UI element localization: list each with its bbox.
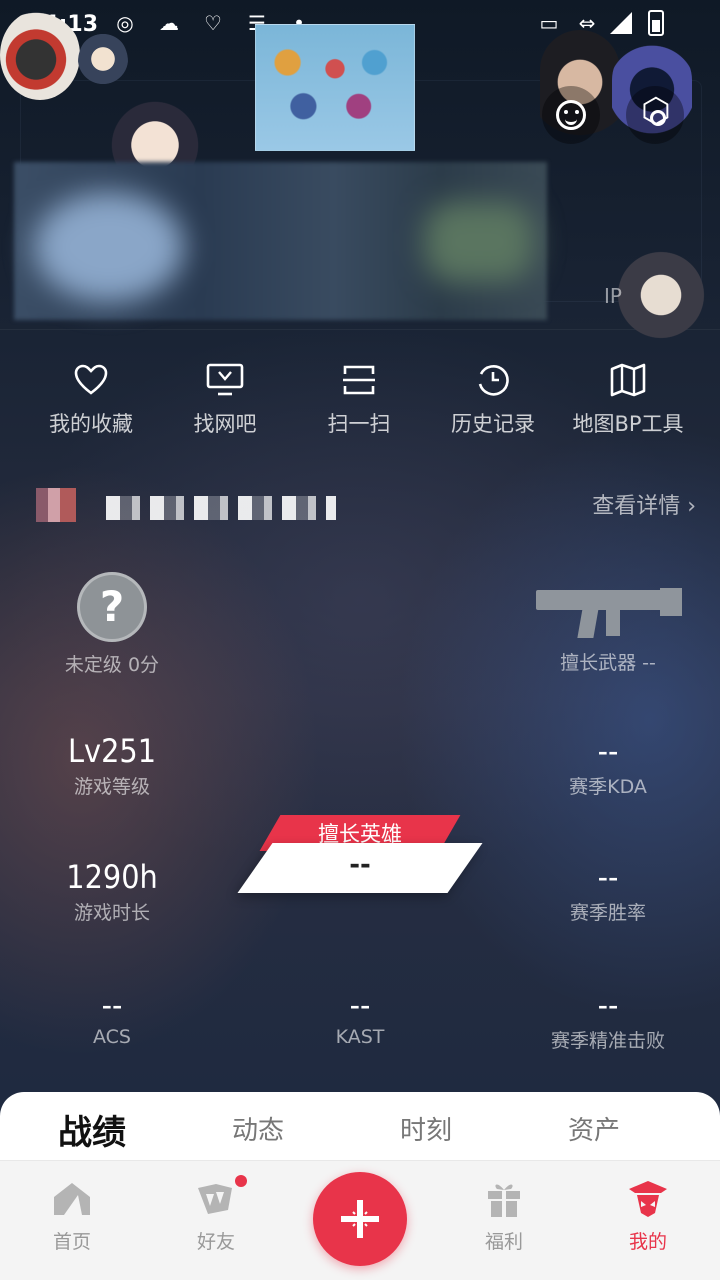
- home-icon: [27, 1179, 117, 1219]
- rank-label: 未定级 0分: [64, 654, 160, 676]
- cloud-icon: ☁: [159, 11, 179, 35]
- tab-moments[interactable]: 时刻: [400, 1110, 452, 1147]
- level-stat: Lv251 游戏等级: [42, 732, 182, 799]
- favorites-label: 我的收藏: [49, 412, 133, 436]
- avatar[interactable]: [36, 488, 76, 522]
- map-bp-tool-action[interactable]: 地图BP工具: [558, 360, 698, 438]
- sticker-agent-small: [78, 32, 128, 92]
- kda-label: 赛季KDA: [569, 776, 647, 798]
- winrate-label: 赛季胜率: [569, 902, 646, 924]
- headshot-stat: -- 赛季精准击败: [528, 986, 688, 1053]
- level-label: 游戏等级: [73, 776, 150, 798]
- profile-tabs: 战绩 动态 时刻 资产: [0, 1092, 720, 1162]
- acs-stat: -- ACS: [42, 986, 182, 1048]
- nav-home-label: 首页: [52, 1231, 91, 1253]
- playtime-label: 游戏时长: [73, 902, 150, 924]
- username-pixelated: [106, 496, 336, 520]
- nav-welfare[interactable]: 福利: [459, 1179, 549, 1254]
- find-netcafe-action[interactable]: 找网吧: [155, 360, 295, 438]
- favorites-action[interactable]: 我的收藏: [21, 360, 161, 438]
- gift-icon: [459, 1179, 549, 1219]
- headshot-label: 赛季精准击败: [550, 1030, 665, 1052]
- profile-agent-icon: [603, 1179, 693, 1219]
- cast-icon: ▭: [539, 11, 559, 35]
- tab-feed[interactable]: 动态: [232, 1110, 284, 1147]
- smg-weapon-icon: [530, 580, 686, 640]
- kda-stat: -- 赛季KDA: [538, 732, 678, 799]
- nav-profile[interactable]: 我的: [603, 1179, 693, 1254]
- nav-friends[interactable]: 好友: [171, 1175, 261, 1254]
- battery-icon: [648, 10, 664, 36]
- nav-friends-label: 好友: [196, 1231, 235, 1253]
- settings-hex-icon: [641, 94, 671, 130]
- sticker-agent-bottom: [606, 250, 716, 340]
- sticker-mascot: [0, 10, 80, 100]
- history-action[interactable]: 历史记录: [423, 360, 563, 438]
- app-notification-icon: ◎: [116, 11, 134, 35]
- best-hero-value: --: [349, 850, 371, 880]
- winrate-stat: -- 赛季胜率: [538, 858, 678, 925]
- level-value: Lv251: [68, 732, 156, 770]
- settings-button[interactable]: [626, 86, 684, 144]
- kast-value: --: [349, 986, 371, 1024]
- scan-action[interactable]: 扫一扫: [289, 360, 429, 438]
- tab-record[interactable]: 战绩: [58, 1105, 126, 1154]
- rank-unknown-icon: ?: [77, 572, 147, 642]
- view-details-link[interactable]: 查看详情 ›: [592, 488, 696, 520]
- quick-actions: 我的收藏 找网吧 扫一扫 历史记录 地图BP工具: [0, 360, 720, 450]
- scan-icon: [289, 360, 429, 400]
- smiley-icon: [556, 100, 586, 130]
- map-bp-tool-label: 地图BP工具: [572, 412, 684, 436]
- tab-assets[interactable]: 资产: [568, 1110, 620, 1147]
- scan-label: 扫一扫: [327, 412, 391, 436]
- create-post-button[interactable]: [313, 1172, 407, 1266]
- acs-label: ACS: [93, 1026, 131, 1048]
- plus-icon: [341, 1200, 379, 1238]
- kda-value: --: [597, 732, 619, 770]
- weapon-label: 擅长武器 --: [560, 652, 656, 674]
- group-poster-image[interactable]: [255, 24, 415, 151]
- monitor-icon: [155, 360, 295, 400]
- history-icon: [423, 360, 563, 400]
- find-netcafe-label: 找网吧: [193, 412, 257, 436]
- signal-icon: [610, 12, 632, 34]
- emoji-button[interactable]: [542, 86, 600, 144]
- map-icon: [558, 360, 698, 400]
- history-label: 历史记录: [451, 412, 535, 436]
- winrate-value: --: [597, 858, 619, 896]
- kast-stat: -- KAST: [290, 986, 430, 1048]
- profile-row: 查看详情 ›: [36, 484, 696, 528]
- nav-welfare-label: 福利: [484, 1231, 523, 1253]
- heartbeat-icon: ♡: [204, 11, 222, 35]
- playtime-stat: 1290h 游戏时长: [42, 858, 182, 925]
- headshot-value: --: [597, 986, 619, 1024]
- nav-home[interactable]: 首页: [27, 1179, 117, 1254]
- kast-label: KAST: [335, 1026, 385, 1048]
- heart-icon: [21, 360, 161, 400]
- acs-value: --: [101, 986, 123, 1024]
- ip-label: IP: [604, 284, 622, 308]
- rank-stat[interactable]: ? 未定级 0分: [40, 572, 184, 677]
- playtime-value: 1290h: [66, 858, 158, 896]
- nav-profile-label: 我的: [628, 1231, 667, 1253]
- weapon-stat[interactable]: 擅长武器 --: [530, 580, 686, 675]
- friends-notification-dot: [235, 1175, 247, 1187]
- blurred-profile-banner: [14, 162, 547, 320]
- friends-icon: [171, 1175, 261, 1219]
